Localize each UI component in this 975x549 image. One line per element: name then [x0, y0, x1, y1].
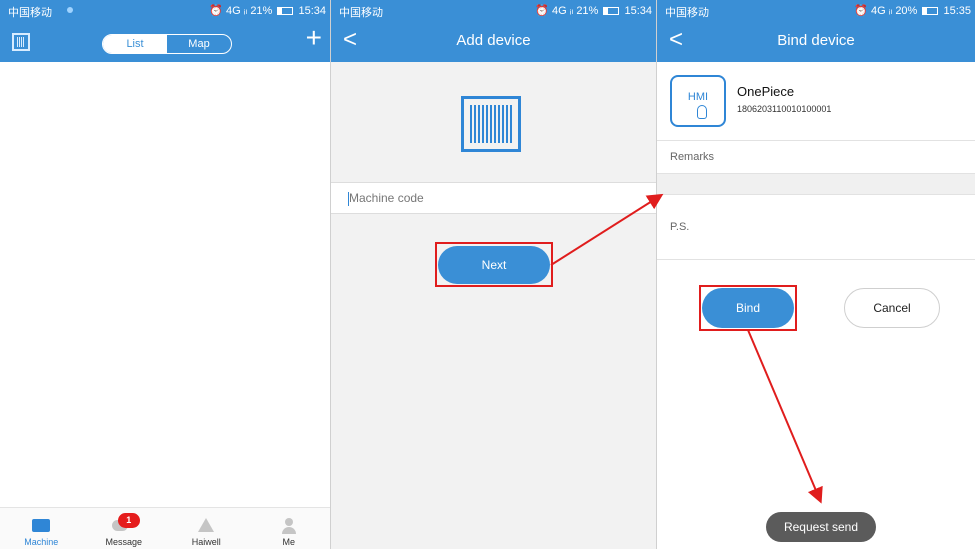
- status-right: ⏰ 4G ᵢₗ 21% 15:34: [209, 4, 326, 17]
- bottom-tab-bar: Machine 1 Message Haiwell Me: [0, 507, 330, 549]
- tab-machine[interactable]: Machine: [0, 508, 83, 549]
- navbar: List Map +: [0, 20, 330, 62]
- haiwell-logo-icon: [198, 518, 215, 532]
- device-code: 1806203110010100001: [737, 104, 832, 114]
- device-card: HMI OnePiece 1806203110010100001: [657, 62, 975, 140]
- pointer-hand-icon: [697, 105, 707, 119]
- tab-label: Haiwell: [191, 537, 221, 547]
- text-caret: [348, 192, 349, 206]
- bind-device-screen: 中国移动 ⏰ 4G ᵢₗ 20% 15:35 < Bind device HMI…: [657, 0, 975, 549]
- machine-code-input[interactable]: [331, 183, 656, 213]
- annotation-highlight-next: [435, 242, 553, 287]
- battery-icon: [277, 7, 294, 15]
- map-toggle-button[interactable]: Map: [167, 35, 231, 53]
- monitor-icon: [32, 519, 51, 532]
- battery-icon: [922, 7, 939, 15]
- status-indicators: ⏰ 4G ᵢₗ 21%: [209, 5, 273, 17]
- add-device-plus-icon[interactable]: +: [306, 24, 322, 52]
- hmi-device-icon: HMI: [670, 75, 726, 127]
- tab-label: Message: [105, 537, 143, 547]
- status-indicators: ⏰ 4G ᵢₗ 21%: [535, 5, 599, 17]
- section-gap: [657, 174, 975, 194]
- notification-dot-icon: [67, 7, 73, 13]
- status-time: 15:35: [943, 5, 971, 17]
- status-right: ⏰ 4G ᵢₗ 20% 15:35: [854, 4, 971, 17]
- person-icon: [280, 518, 298, 534]
- ps-field: [657, 194, 975, 260]
- carrier-label: 中国移动: [665, 7, 709, 19]
- unread-badge: 1: [117, 513, 140, 528]
- ps-input[interactable]: [657, 195, 975, 259]
- barcode-scan-icon[interactable]: [461, 96, 521, 152]
- machine-code-row: [331, 182, 656, 214]
- status-time: 15:34: [624, 5, 652, 17]
- page-title: Bind device: [777, 32, 855, 49]
- tab-label: Me: [282, 537, 295, 547]
- hmi-icon-text: HMI: [687, 91, 709, 103]
- status-bar: 中国移动 ⏰ 4G ᵢₗ 21% 15:34: [331, 0, 656, 20]
- status-bar: 中国移动 ⏰ 4G ᵢₗ 20% 15:35: [657, 0, 975, 20]
- navbar: < Bind device: [657, 20, 975, 62]
- add-device-screen: 中国移动 ⏰ 4G ᵢₗ 21% 15:34 < Add device Next: [331, 0, 656, 549]
- status-indicators: ⏰ 4G ᵢₗ 20%: [854, 5, 918, 17]
- status-bar: 中国移动 ⏰ 4G ᵢₗ 21% 15:34: [0, 0, 330, 20]
- tab-me[interactable]: Me: [248, 508, 331, 549]
- list-toggle-button[interactable]: List: [103, 35, 167, 53]
- tab-haiwell[interactable]: Haiwell: [165, 508, 248, 549]
- navbar: < Add device: [331, 20, 656, 62]
- remarks-input[interactable]: [657, 141, 975, 173]
- annotation-highlight-bind: [699, 285, 797, 331]
- device-name: OnePiece: [737, 84, 795, 99]
- battery-icon: [603, 7, 620, 15]
- toast-message: Request send: [766, 512, 876, 542]
- page-title: Add device: [456, 32, 531, 49]
- status-time: 15:34: [298, 5, 326, 17]
- tab-label: Machine: [24, 537, 59, 547]
- barcode-bars: [470, 105, 512, 143]
- scan-barcode-icon[interactable]: [12, 33, 30, 51]
- remarks-field: [657, 140, 975, 174]
- status-right: ⏰ 4G ᵢₗ 21% 15:34: [535, 4, 652, 17]
- carrier-label: 中国移动: [8, 7, 52, 19]
- tab-message[interactable]: 1 Message: [83, 508, 166, 549]
- carrier-label: 中国移动: [339, 7, 383, 19]
- machine-list-screen: 中国移动 ⏰ 4G ᵢₗ 21% 15:34 List Map + Machin…: [0, 0, 330, 549]
- cancel-button[interactable]: Cancel: [844, 288, 940, 328]
- list-map-toggle: List Map: [102, 34, 232, 54]
